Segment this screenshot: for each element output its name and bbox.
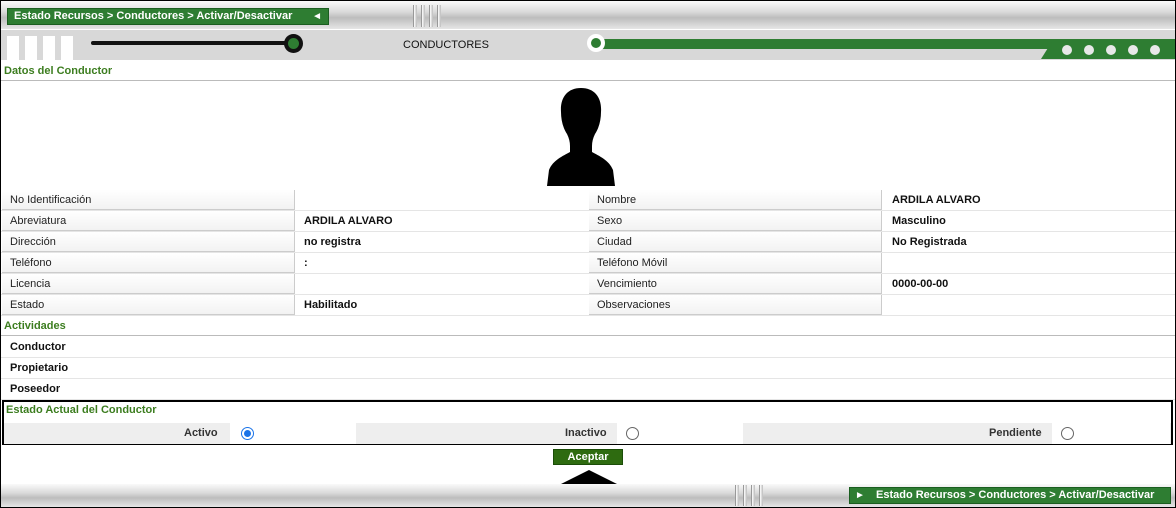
option-cell (230, 423, 356, 444)
list-item-actividad: Poseedor (1, 379, 1175, 400)
field-row: Licencia Vencimiento 0000-00-00 (1, 274, 1175, 295)
dot-icon (1106, 45, 1116, 55)
field-value: No Registrada (892, 236, 967, 248)
field-row: Teléfono: Teléfono Móvil (1, 253, 1175, 274)
decor-block (43, 36, 55, 60)
estado-panel: Estado Actual del Conductor Activo Inact… (2, 400, 1173, 445)
header-band: CONDUCTORES (1, 30, 1175, 60)
option-label-pendiente: Pendiente (989, 427, 1042, 439)
field-row: Estado Habilitado Observaciones (1, 295, 1175, 316)
radio-activo[interactable] (241, 427, 254, 440)
section-actividades: Actividades (1, 316, 1175, 336)
grip-icon (429, 5, 433, 27)
grip-icon (751, 485, 755, 506)
progress-knob (587, 34, 605, 52)
dot-icon (1128, 45, 1138, 55)
field-value: : (304, 257, 308, 269)
field-row: No Identificación Nombre ARDILA ALVARO (1, 190, 1175, 211)
field-label: Observaciones (589, 295, 882, 315)
accept-button[interactable]: Aceptar (553, 449, 623, 465)
option-cell (1052, 423, 1170, 444)
field-label: No Identificación (2, 190, 295, 210)
field-value: Habilitado (304, 299, 358, 311)
grip-icon (735, 485, 739, 506)
play-icon[interactable] (284, 34, 303, 53)
radio-pendiente[interactable] (1061, 427, 1074, 440)
field-label: Licencia (2, 274, 295, 294)
top-bar: Estado Recursos > Conductores > Activar/… (1, 1, 1175, 29)
field-label: Vencimiento (589, 274, 882, 294)
estado-options-row: Activo Inactivo Pendiente (4, 423, 1171, 444)
dot-icon (1150, 45, 1160, 55)
section-estado: Estado Actual del Conductor (6, 404, 157, 416)
radio-inactivo[interactable] (626, 427, 639, 440)
field-label: Teléfono Móvil (589, 253, 882, 273)
decor-block (61, 36, 73, 60)
field-row: Dirección no registra Ciudad No Registrada (1, 232, 1175, 253)
breadcrumb-text: Estado Recursos > Conductores > Activar/… (876, 489, 1155, 501)
grip-icon (413, 5, 417, 27)
dot-icon (1084, 45, 1094, 55)
field-label: Nombre (589, 190, 882, 210)
slider-track (91, 41, 287, 45)
field-value: no registra (304, 236, 361, 248)
list-item-actividad: Conductor (1, 337, 1175, 358)
field-label: Sexo (589, 211, 882, 231)
field-value: ARDILA ALVARO (892, 194, 981, 206)
page-title: CONDUCTORES (403, 39, 489, 51)
field-label: Estado (2, 295, 295, 315)
option-label-activo: Activo (184, 427, 218, 439)
dot-icon (1062, 45, 1072, 55)
breadcrumb-text: Estado Recursos > Conductores > Activar/… (14, 10, 293, 22)
section-datos: Datos del Conductor (1, 61, 1175, 81)
triangle-right-icon: ► (855, 490, 865, 501)
triangle-left-icon: ◄ (312, 11, 322, 22)
field-label: Dirección (2, 232, 295, 252)
grip-icon (437, 5, 441, 27)
field-value: 0000-00-00 (892, 278, 949, 290)
field-row: Abreviatura ARDILA ALVARO Sexo Masculino (1, 211, 1175, 232)
field-value: Masculino (892, 215, 946, 227)
decor-block (7, 36, 19, 60)
bottom-bar: ► Estado Recursos > Conductores > Activa… (1, 484, 1175, 507)
field-label: Abreviatura (2, 211, 295, 231)
option-cell (617, 423, 743, 444)
breadcrumb-bottom[interactable]: ► Estado Recursos > Conductores > Activa… (849, 487, 1171, 504)
field-label: Ciudad (589, 232, 882, 252)
grip-icon (421, 5, 425, 27)
field-value: ARDILA ALVARO (304, 215, 393, 227)
grip-icon (759, 485, 763, 506)
decor-block (25, 36, 37, 60)
grip-icon (743, 485, 747, 506)
list-item-actividad: Propietario (1, 358, 1175, 379)
person-silhouette-icon (547, 88, 615, 186)
breadcrumb-top[interactable]: Estado Recursos > Conductores > Activar/… (7, 8, 329, 25)
option-label-inactivo: Inactivo (565, 427, 607, 439)
field-label: Teléfono (2, 253, 295, 273)
